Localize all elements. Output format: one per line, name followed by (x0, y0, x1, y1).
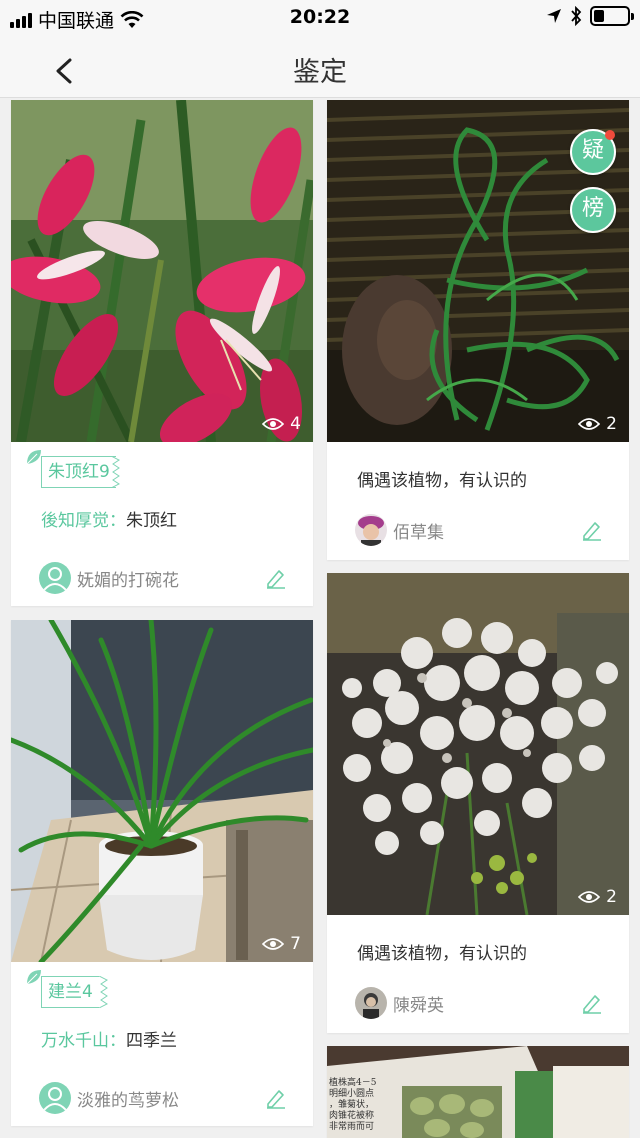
identification-result: 後知厚觉：朱顶红 (41, 506, 177, 531)
avatar (39, 562, 71, 594)
user-name: 佰草集 (393, 522, 444, 543)
view-count-value: 4 (290, 414, 301, 434)
plant-photo-image (11, 100, 313, 442)
view-count: 4 (262, 414, 301, 434)
tag-label: 建兰4 (41, 976, 99, 1008)
plant-photo-image (327, 573, 629, 915)
user-name: 淡雅的茑萝松 (77, 1090, 179, 1111)
view-count: 2 (578, 414, 617, 434)
tag-edge-zigzag (111, 456, 120, 488)
avatar (355, 514, 387, 546)
eye-icon (578, 891, 601, 903)
eye-icon (578, 418, 601, 430)
default-avatar-icon (43, 567, 67, 591)
user-info[interactable]: 妩媚的打碗花 (39, 562, 179, 594)
user-name: 妩媚的打碗花 (77, 570, 179, 591)
view-count-value: 7 (290, 934, 301, 954)
location-arrow-icon (547, 9, 561, 23)
question-text: 偶遇该植物，有认识的 (357, 944, 527, 964)
question-float-label: 疑 (581, 138, 604, 163)
status-bar: 中国联通 20:22 (0, 0, 640, 40)
eye-icon (262, 418, 285, 430)
identification-result: 万水千山：四季兰 (41, 1026, 177, 1051)
eye-icon (262, 938, 285, 950)
user-info[interactable]: 佰草集 (355, 514, 444, 546)
plant-photo[interactable]: 4 (11, 100, 313, 442)
nav-bar: 鉴定 (0, 40, 640, 98)
tag-edge-zigzag (99, 976, 108, 1008)
view-count: 7 (262, 934, 301, 954)
question-text: 偶遇该植物，有认识的 (357, 471, 527, 491)
view-count: 2 (578, 887, 617, 907)
view-count-value: 2 (606, 887, 617, 907)
user-info[interactable]: 陳舜英 (355, 987, 444, 1019)
user-info[interactable]: 淡雅的茑萝松 (39, 1082, 179, 1114)
ranking-float-label: 榜 (581, 196, 604, 221)
avatar (355, 987, 387, 1019)
question-card[interactable]: 植株高4－5 明细小圆点 ，雏菊状， 肉锥花被称 非常雨而可 (327, 1046, 629, 1138)
tag-label: 朱顶红9 (41, 456, 116, 488)
view-count-value: 2 (606, 414, 617, 434)
status-right (546, 6, 634, 26)
plant-photo[interactable]: 7 (11, 620, 313, 962)
notification-dot (605, 130, 615, 140)
identification-card[interactable]: 4 朱顶红9 後知厚觉：朱顶红 妩媚的打碗花 (11, 100, 313, 606)
separator: ： (109, 511, 126, 531)
book-text-line: 肉锥花被称 (329, 1111, 375, 1121)
question-card[interactable]: 2 偶遇该植物，有认识的 陳舜英 (327, 573, 629, 1033)
identification-card[interactable]: 7 建兰4 万水千山：四季兰 淡雅的茑萝松 (11, 620, 313, 1126)
plant-name: 四季兰 (126, 1031, 177, 1051)
identifier-name[interactable]: 後知厚觉 (41, 511, 109, 531)
ranking-float-button[interactable]: 榜 (570, 187, 616, 233)
plant-photo[interactable]: 2 (327, 573, 629, 915)
plant-name: 朱顶红 (126, 511, 177, 531)
edit-icon[interactable] (265, 567, 287, 589)
book-text-line: ，雏菊状， (329, 1100, 375, 1110)
status-time: 20:22 (289, 6, 351, 28)
identifier-name[interactable]: 万水千山 (41, 1031, 109, 1051)
plant-photo[interactable]: 植株高4－5 明细小圆点 ，雏菊状， 肉锥花被称 非常雨而可 (327, 1046, 629, 1138)
book-text-line: 非常雨而可 (329, 1122, 375, 1132)
user-name: 陳舜英 (393, 995, 444, 1016)
avatar (39, 1082, 71, 1114)
book-text-line: 植株高4－5 (329, 1078, 377, 1088)
plant-photo-image (11, 620, 313, 962)
separator: ： (109, 1031, 126, 1051)
user-photo-avatar (355, 514, 387, 546)
battery-icon (590, 6, 634, 26)
bluetooth-icon (571, 6, 582, 26)
edit-icon[interactable] (581, 992, 603, 1014)
default-avatar-icon (43, 1087, 67, 1111)
question-float-button[interactable]: 疑 (570, 129, 616, 175)
user-photo-avatar (355, 987, 387, 1019)
edit-icon[interactable] (581, 519, 603, 541)
page-title: 鉴定 (293, 57, 347, 88)
book-text-line: 明细小圆点 (329, 1089, 375, 1099)
edit-icon[interactable] (265, 1087, 287, 1109)
book-text: 植株高4－5 明细小圆点 ，雏菊状， 肉锥花被称 非常雨而可 (329, 1078, 376, 1133)
